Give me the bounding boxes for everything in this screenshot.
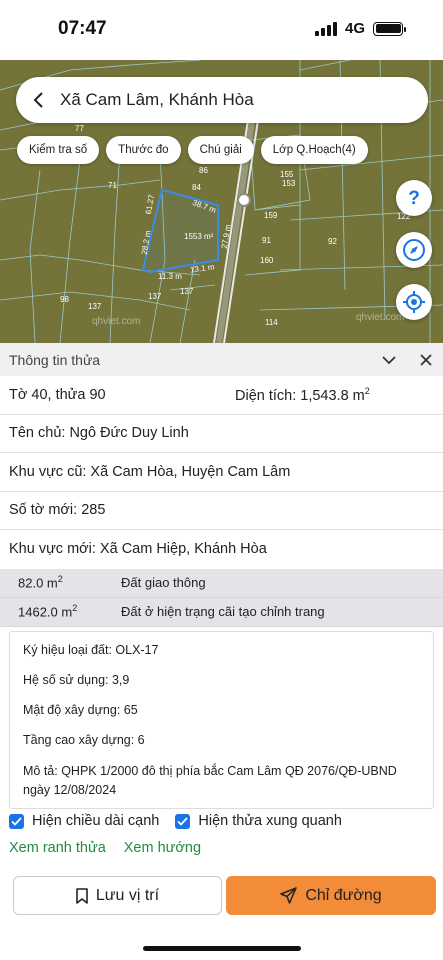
- view-boundary-link[interactable]: Xem ranh thửa: [9, 840, 106, 856]
- land-use-area: 1462.0 m2: [18, 603, 78, 620]
- parcel-links: Xem ranh thửa Xem hướng: [9, 840, 201, 856]
- compass-button[interactable]: [396, 232, 432, 268]
- directions-label: Chỉ đường: [305, 886, 382, 904]
- chevron-down-icon[interactable]: [380, 351, 398, 369]
- show-neighbors-label[interactable]: Hiện thửa xung quanh: [198, 813, 342, 829]
- show-edge-length-label[interactable]: Hiện chiều dài cạnh: [32, 813, 159, 829]
- send-icon: [280, 887, 298, 904]
- save-location-button[interactable]: Lưu vị trí: [13, 876, 222, 915]
- plot-number: 71: [108, 181, 117, 190]
- land-code: Ký hiệu loại đất: OLX-17: [23, 642, 159, 657]
- crosshair-icon: [403, 291, 425, 313]
- old-area-text: Khu vực cũ: Xã Cam Hòa, Huyện Cam Lâm: [9, 463, 291, 480]
- plot-number: 92: [328, 237, 337, 246]
- save-location-label: Lưu vị trí: [95, 886, 160, 904]
- land-use-table: 82.0 m2 Đất giao thông 1462.0 m2 Đất ở h…: [0, 568, 443, 627]
- owner-row: Tên chủ: Ngô Đức Duy Linh: [0, 415, 443, 453]
- new-sheet-row: Số tờ mới: 285: [0, 492, 443, 530]
- planning-layer-chip[interactable]: Lớp Q.Hoạch(4): [260, 136, 368, 164]
- map-view[interactable]: 77 71 84 86 155 153 122 159 92 91 160 13…: [0, 60, 443, 343]
- land-use-row: 82.0 m2 Đất giao thông: [0, 569, 443, 598]
- area-text: Diện tích: 1,543.8 m2: [235, 385, 370, 404]
- view-direction-link[interactable]: Xem hướng: [124, 840, 201, 856]
- land-use-row: 1462.0 m2 Đất ở hiện trạng cãi tạo chỉnh…: [0, 598, 443, 627]
- new-area-text: Khu vực mới: Xã Cam Hiệp, Khánh Hòa: [9, 541, 267, 558]
- display-options: Hiện chiều dài cạnh Hiện thửa xung quanh: [9, 813, 342, 829]
- edge-length-label: 11.3 m: [158, 272, 182, 281]
- parcel-area-label: 1553 m²: [184, 232, 214, 241]
- plot-number: 137: [180, 287, 194, 296]
- land-use-area: 82.0 m2: [18, 574, 63, 591]
- plot-number: 137: [148, 292, 162, 301]
- show-neighbors-checkbox[interactable]: [175, 813, 191, 829]
- plot-number: 155: [280, 170, 294, 179]
- plot-number: 77: [75, 124, 84, 133]
- new-area-row: Khu vực mới: Xã Cam Hiệp, Khánh Hòa: [0, 530, 443, 569]
- map-watermark: qhviet.com: [356, 312, 405, 323]
- plot-number: 160: [260, 256, 274, 265]
- panel-header: Thông tin thửa: [0, 343, 443, 376]
- location-title: Xã Cam Lâm, Khánh Hòa: [60, 90, 254, 109]
- plot-number: 114: [265, 318, 278, 327]
- legend-chip[interactable]: Chú giải: [187, 136, 254, 164]
- planning-details: Ký hiệu loại đất: OLX-17 Hệ số sử dụng: …: [9, 630, 434, 809]
- land-use-type: Đất giao thông: [121, 575, 206, 590]
- map-tool-chips: Kiểm tra số Thước đo Chú giải Lớp Q.Hoạc…: [17, 136, 368, 164]
- directions-button[interactable]: Chỉ đường: [226, 876, 436, 915]
- network-type: 4G: [344, 20, 365, 37]
- back-arrow-icon[interactable]: [16, 77, 60, 123]
- sheet-plot-text: Tờ 40, thửa 90: [9, 386, 106, 403]
- check-number-chip[interactable]: Kiểm tra số: [17, 136, 100, 164]
- measure-chip[interactable]: Thước đo: [106, 136, 181, 164]
- status-indicators: 4G: [314, 20, 406, 37]
- battery-icon: [373, 21, 406, 36]
- plot-number: 91: [262, 236, 271, 245]
- sheet-plot-row: Tờ 40, thửa 90 Diện tích: 1,543.8 m2: [0, 376, 443, 415]
- status-bar: 07:47 4G: [0, 0, 443, 60]
- use-coefficient: Hệ số sử dụng: 3,9: [23, 672, 130, 687]
- help-icon: ?: [408, 188, 420, 209]
- plot-number: 98: [60, 295, 69, 304]
- svg-text:?: ?: [408, 188, 420, 209]
- help-button[interactable]: ?: [396, 180, 432, 216]
- my-location-button[interactable]: [396, 284, 432, 320]
- land-use-type: Đất ở hiện trạng cãi tạo chỉnh trang: [121, 604, 325, 619]
- compass-icon: [403, 239, 425, 261]
- panel-title: Thông tin thửa: [9, 351, 101, 368]
- signal-icon: [314, 21, 337, 36]
- plot-number: 153: [282, 179, 296, 188]
- plot-number: 159: [264, 211, 278, 220]
- planning-description: Mô tả: QHPK 1/2000 đô thị phía bắc Cam L…: [23, 763, 397, 797]
- parcel-info-panel: Thông tin thửa Tờ 40, thửa 90 Diện tích:…: [0, 343, 443, 809]
- plot-number: 86: [199, 166, 208, 175]
- show-edge-length-checkbox[interactable]: [9, 813, 24, 829]
- location-search-bar[interactable]: Xã Cam Lâm, Khánh Hòa: [16, 77, 428, 123]
- old-area-row: Khu vực cũ: Xã Cam Hòa, Huyện Cam Lâm: [0, 453, 443, 492]
- plot-number: 137: [88, 302, 102, 311]
- new-sheet-text: Số tờ mới: 285: [9, 502, 106, 519]
- building-density: Mật độ xây dựng: 65: [23, 702, 138, 717]
- status-time: 07:47: [58, 18, 107, 39]
- map-watermark: qhviet.com: [92, 316, 141, 327]
- home-indicator[interactable]: [143, 946, 301, 951]
- bookmark-icon: [76, 887, 88, 904]
- plot-number: 84: [192, 183, 201, 192]
- building-floors: Tầng cao xây dựng: 6: [23, 732, 145, 747]
- owner-text: Tên chủ: Ngô Đức Duy Linh: [9, 425, 189, 442]
- close-icon[interactable]: [417, 351, 435, 369]
